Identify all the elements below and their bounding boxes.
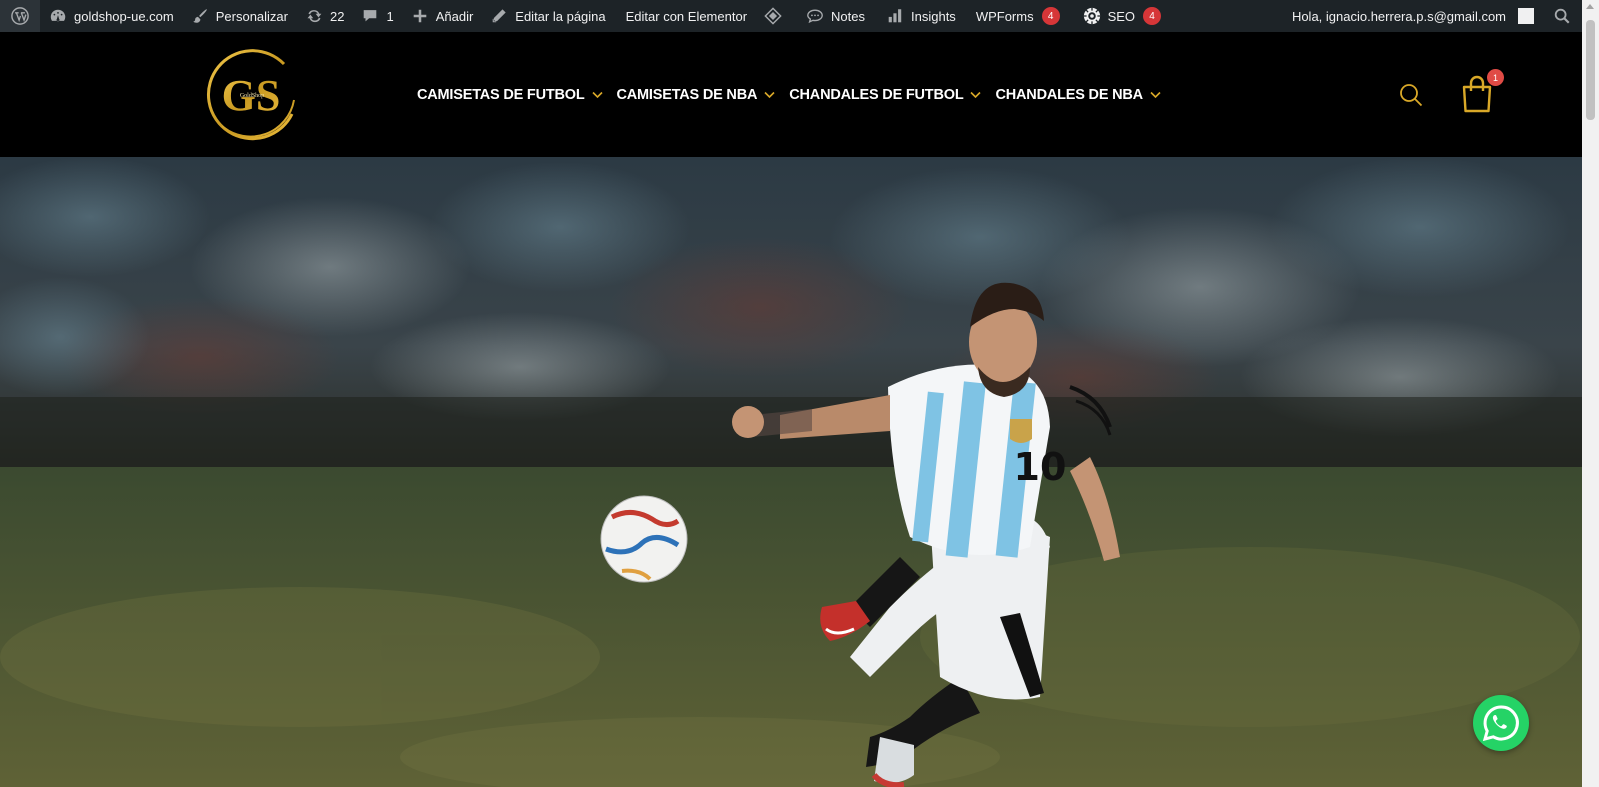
notes-label: Notes <box>831 8 865 24</box>
logo-subtext: GoldShop <box>240 93 264 99</box>
add-new-link[interactable]: Añadir <box>402 0 482 32</box>
greeting-label: Hola, ignacio.herrera.p.s@gmail.com <box>1291 8 1506 24</box>
nav-item-label: CHANDALES DE FUTBOL <box>789 86 964 103</box>
seo-icon <box>1082 6 1102 26</box>
whatsapp-button[interactable] <box>1473 695 1529 751</box>
updates-link[interactable]: 22 <box>296 0 352 32</box>
scrollbar-thumb[interactable] <box>1586 20 1595 120</box>
insights-icon <box>885 6 905 26</box>
nav-item-label: CAMISETAS DE FUTBOL <box>417 86 585 103</box>
main-navigation: CAMISETAS DE FUTBOL CAMISETAS DE NBA CHA… <box>417 32 1161 157</box>
add-new-label: Añadir <box>435 8 474 24</box>
search-icon <box>1552 6 1572 26</box>
updates-icon <box>304 6 324 26</box>
seo-badge: 4 <box>1143 7 1162 25</box>
insights-label: Insights <box>911 8 956 24</box>
edit-page-link[interactable]: Editar la página <box>481 0 613 32</box>
pencil-icon <box>489 6 509 26</box>
customize-label: Personalizar <box>215 8 288 24</box>
comments-count: 1 <box>386 8 394 24</box>
dashboard-icon <box>48 6 68 26</box>
chevron-down-icon <box>1150 87 1161 103</box>
whatsapp-icon <box>1482 705 1519 742</box>
customize-link[interactable]: Personalizar <box>182 0 296 32</box>
header-search-button[interactable] <box>1398 82 1424 108</box>
chevron-down-icon <box>970 87 982 103</box>
edit-elementor-label: Editar con Elementor <box>625 8 748 24</box>
brush-icon <box>190 6 210 26</box>
notes-icon <box>805 6 825 26</box>
wordpress-icon <box>10 6 30 26</box>
edit-elementor-link[interactable]: Editar con Elementor <box>614 0 755 32</box>
account-menu[interactable]: Hola, ignacio.herrera.p.s@gmail.com <box>1284 0 1542 32</box>
scroll-up-arrow[interactable] <box>1586 4 1594 9</box>
wordpress-menu[interactable] <box>0 0 40 32</box>
hero-image: 10 <box>0 157 1582 787</box>
chevron-down-icon <box>764 87 775 103</box>
nav-item-chandales-nba[interactable]: CHANDALES DE NBA <box>995 86 1161 103</box>
comment-icon <box>360 6 380 26</box>
site-header: GS GoldShop CAMISETAS DE FUTBOL CAMISETA… <box>0 32 1582 157</box>
seo-link[interactable]: SEO 4 <box>1068 0 1169 32</box>
seo-label: SEO <box>1107 8 1136 24</box>
hero-banner: 10 <box>0 157 1582 787</box>
elementor-icon <box>763 6 783 26</box>
football <box>600 495 688 583</box>
elementor-menu[interactable] <box>755 0 791 32</box>
chevron-down-icon <box>591 87 603 103</box>
page-scrollbar[interactable] <box>1582 0 1599 787</box>
admin-search-button[interactable] <box>1542 0 1582 32</box>
jersey-number: 10 <box>1014 445 1067 489</box>
search-icon <box>1400 84 1423 107</box>
site-logo[interactable]: GS GoldShop <box>202 44 304 146</box>
nav-item-camisetas-futbol[interactable]: CAMISETAS DE FUTBOL <box>417 87 603 103</box>
wpforms-link[interactable]: WPForms 4 <box>964 0 1068 32</box>
nav-item-chandales-futbol[interactable]: CHANDALES DE FUTBOL <box>789 86 982 103</box>
insights-link[interactable]: Insights <box>873 0 964 32</box>
site-name-link[interactable]: goldshop-ue.com <box>40 0 182 32</box>
edit-page-label: Editar la página <box>515 8 606 24</box>
avatar <box>1518 8 1534 24</box>
site-name-label: goldshop-ue.com <box>74 8 174 24</box>
admin-bar: goldshop-ue.com Personalizar 22 1 Añadir <box>0 0 1582 32</box>
plus-icon <box>410 6 430 26</box>
updates-count: 22 <box>330 8 345 24</box>
nav-item-camisetas-nba[interactable]: CAMISETAS DE NBA <box>617 87 776 103</box>
nav-item-label: CHANDALES DE NBA <box>995 86 1143 103</box>
comments-link[interactable]: 1 <box>352 0 401 32</box>
wpforms-badge: 4 <box>1041 7 1060 25</box>
wpforms-label: WPForms <box>975 8 1034 24</box>
notes-link[interactable]: Notes <box>791 0 873 32</box>
cart-count-badge: 1 <box>1487 69 1504 86</box>
nav-item-label: CAMISETAS DE NBA <box>616 86 758 103</box>
